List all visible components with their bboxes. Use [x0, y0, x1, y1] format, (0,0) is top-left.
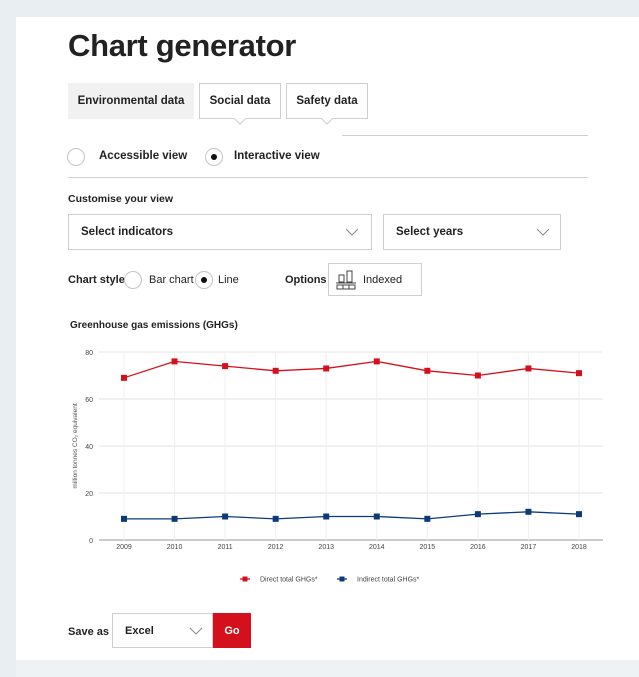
data-point [576, 370, 582, 377]
legend-label: Indirect total GHGs* [357, 577, 420, 584]
data-point [424, 367, 431, 374]
data-point [171, 358, 178, 365]
x-tick-label: 2016 [470, 544, 486, 551]
data-point [222, 513, 229, 520]
legend-label: Direct total GHGs* [260, 577, 318, 584]
data-point [525, 508, 532, 515]
save-as-label: Save as [68, 626, 109, 638]
save-format-value: Excel [125, 624, 154, 637]
y-tick-label: 40 [85, 444, 93, 451]
y-tick-label: 20 [85, 491, 93, 498]
data-point [474, 372, 481, 379]
data-point [222, 363, 229, 370]
legend-marker [339, 576, 345, 582]
x-tick-label: 2014 [369, 544, 385, 551]
go-button[interactable]: Go [213, 613, 251, 648]
data-point [373, 358, 380, 365]
data-point [272, 367, 279, 374]
series-line-indirect [124, 511, 580, 520]
x-tick-label: 2018 [571, 544, 587, 551]
y-axis-label: million tonnes CO₂ equivalent [72, 403, 79, 488]
y-tick-label: 60 [85, 397, 93, 404]
series-line-direct [123, 360, 580, 379]
data-point [323, 365, 330, 372]
save-format-select[interactable]: Excel [112, 613, 213, 648]
chevron-down-icon [189, 627, 203, 635]
data-point [424, 515, 431, 522]
x-tick-label: 2011 [218, 544, 233, 551]
x-tick-label: 2009 [116, 544, 132, 551]
y-tick-label: 80 [85, 350, 93, 357]
data-point [525, 365, 532, 372]
legend-marker [242, 576, 248, 582]
footer-strip [16, 660, 639, 677]
x-tick-label: 2012 [268, 544, 284, 551]
data-point [171, 515, 178, 522]
data-point [121, 374, 127, 381]
y-tick-label: 0 [89, 538, 93, 545]
data-point [323, 513, 330, 520]
x-tick-label: 2013 [318, 544, 334, 551]
data-point [121, 515, 127, 522]
ghg-line-chart: 0 20 40 60 80 2009 2010 2011 2012 2013 2014 2015 201… [72, 350, 603, 584]
x-tick-label: 2015 [420, 544, 436, 551]
x-tick-label: 2010 [167, 544, 183, 551]
data-point [474, 511, 481, 518]
x-tick-label: 2017 [521, 544, 537, 551]
data-point [576, 511, 582, 518]
data-point [373, 513, 380, 520]
data-point [272, 515, 279, 522]
